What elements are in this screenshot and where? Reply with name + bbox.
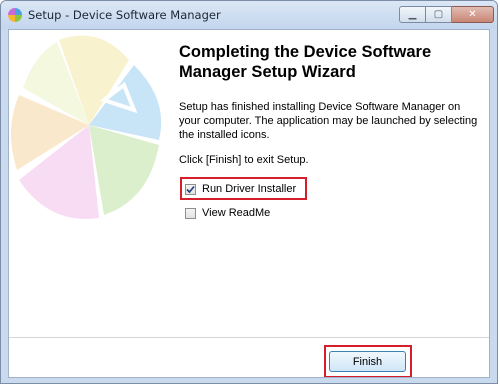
- window-title: Setup - Device Software Manager: [28, 8, 221, 22]
- view-readme-checkbox[interactable]: [185, 207, 196, 219]
- wizard-logo-art: [10, 35, 162, 219]
- wizard-page: Completing the Device Software Manager S…: [8, 29, 490, 378]
- run-driver-installer-checkbox[interactable]: [185, 183, 196, 195]
- close-icon: ✕: [468, 8, 477, 20]
- run-driver-installer-label: Run Driver Installer: [202, 183, 297, 195]
- app-icon: [7, 7, 23, 23]
- minimize-button[interactable]: ▁: [399, 6, 426, 23]
- exit-instruction-text: Click [Finish] to exit Setup.: [179, 154, 309, 166]
- minimize-icon: ▁: [408, 8, 417, 20]
- checkmark-icon: [186, 185, 195, 193]
- install-complete-text: Setup has finished installing Device Sof…: [179, 101, 478, 141]
- title-bar[interactable]: Setup - Device Software Manager ▁ ▢ ✕: [1, 1, 497, 29]
- page-title: Completing the Device Software Manager S…: [179, 43, 432, 81]
- maximize-icon: ▢: [433, 8, 444, 20]
- close-button[interactable]: ✕: [452, 6, 494, 23]
- maximize-button[interactable]: ▢: [426, 6, 452, 23]
- button-bar-divider: [9, 337, 489, 338]
- run-driver-installer-option[interactable]: Run Driver Installer: [179, 179, 296, 199]
- finish-button[interactable]: Finish: [329, 351, 406, 372]
- view-readme-label: View ReadMe: [202, 207, 271, 219]
- setup-window: Setup - Device Software Manager ▁ ▢ ✕ Co…: [0, 0, 498, 384]
- view-readme-option[interactable]: View ReadMe: [179, 203, 270, 223]
